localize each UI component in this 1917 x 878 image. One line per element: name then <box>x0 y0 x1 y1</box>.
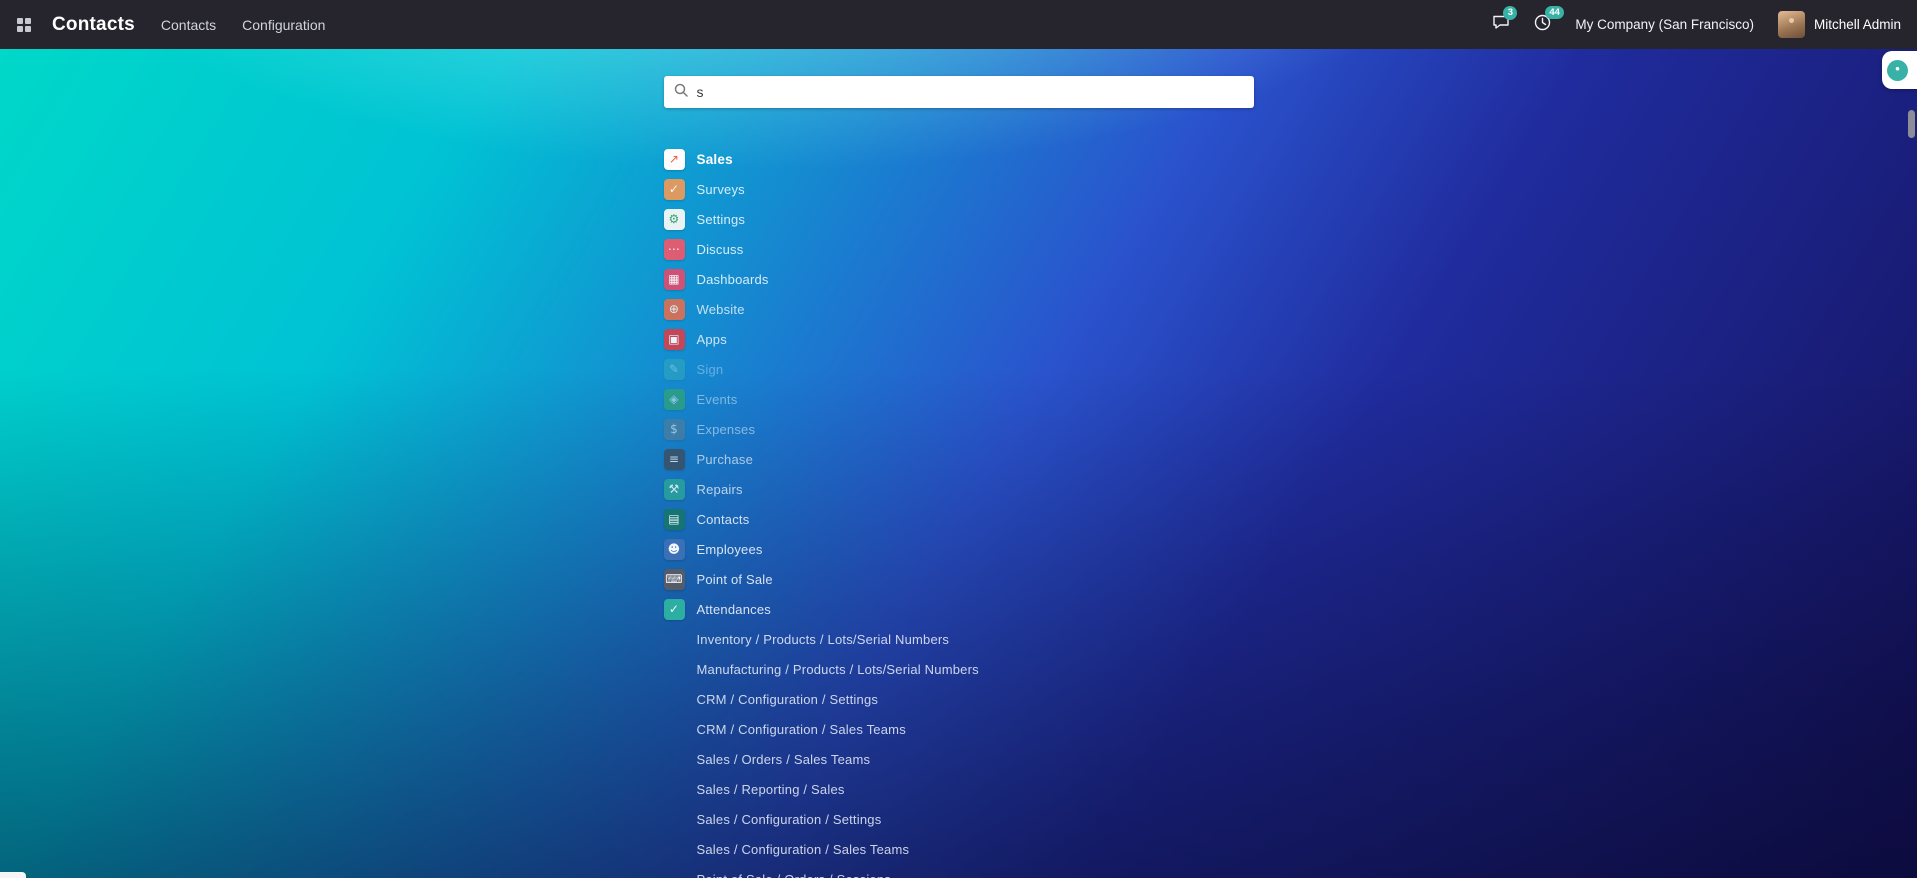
app-result-label: Attendances <box>697 602 771 617</box>
apps-app-icon: ▣ <box>664 329 685 350</box>
livechat-button[interactable] <box>1882 51 1917 89</box>
app-result-contacts[interactable]: ▤ Contacts <box>664 504 1254 534</box>
messages-badge: 3 <box>1503 6 1517 20</box>
point-of-sale-app-icon: ⌨ <box>664 569 685 590</box>
menu-path-label: Point of Sale / Orders / Sessions <box>697 872 891 878</box>
search-icon <box>674 83 688 102</box>
status-bar-stub <box>0 872 26 878</box>
events-app-icon: ◈ <box>664 389 685 410</box>
app-result-attendances[interactable]: ✓ Attendances <box>664 594 1254 624</box>
app-result-label: Sales <box>697 152 733 167</box>
repairs-app-icon: ⚒ <box>664 479 685 500</box>
app-result-label: Events <box>697 392 738 407</box>
app-result-events[interactable]: ◈ Events <box>664 384 1254 414</box>
search-results: ↗ Sales ✓ Surveys ⚙ Settings ⋯ Discuss ▦ Dashboar… <box>664 144 1254 878</box>
user-name: Mitchell Admin <box>1814 17 1901 32</box>
home-menu-column: ↗ Sales ✓ Surveys ⚙ Settings ⋯ Discuss ▦ Dashboar… <box>664 49 1254 878</box>
discuss-app-icon: ⋯ <box>664 239 685 260</box>
menu-path-label: Sales / Configuration / Sales Teams <box>697 842 910 857</box>
app-result-sign[interactable]: ✎ Sign <box>664 354 1254 384</box>
app-result-label: Dashboards <box>697 272 769 287</box>
menu-path-result[interactable]: Sales / Orders / Sales Teams <box>664 744 1254 774</box>
app-result-label: Point of Sale <box>697 572 773 587</box>
menu-path-result[interactable]: Inventory / Products / Lots/Serial Numbe… <box>664 624 1254 654</box>
settings-app-icon: ⚙ <box>664 209 685 230</box>
app-result-employees[interactable]: ☻ Employees <box>664 534 1254 564</box>
top-menu-contacts[interactable]: Contacts <box>161 17 216 33</box>
app-result-purchase[interactable]: ≡ Purchase <box>664 444 1254 474</box>
app-result-label: Repairs <box>697 482 743 497</box>
app-result-discuss[interactable]: ⋯ Discuss <box>664 234 1254 264</box>
app-result-label: Apps <box>697 332 727 347</box>
app-search-box <box>664 76 1254 108</box>
contacts-app-icon: ▤ <box>664 509 685 530</box>
app-result-label: Settings <box>697 212 746 227</box>
activities-button[interactable]: 44 <box>1534 14 1551 36</box>
app-result-apps[interactable]: ▣ Apps <box>664 324 1254 354</box>
attendances-app-icon: ✓ <box>664 599 685 620</box>
website-app-icon: ⊕ <box>664 299 685 320</box>
app-result-surveys[interactable]: ✓ Surveys <box>664 174 1254 204</box>
app-result-label: Purchase <box>697 452 754 467</box>
menu-path-result[interactable]: Sales / Configuration / Sales Teams <box>664 834 1254 864</box>
app-result-dashboards[interactable]: ▦ Dashboards <box>664 264 1254 294</box>
app-result-label: Surveys <box>697 182 745 197</box>
activities-badge: 44 <box>1545 6 1564 20</box>
menu-path-label: Inventory / Products / Lots/Serial Numbe… <box>697 632 950 647</box>
scrollbar-thumb[interactable] <box>1908 110 1915 138</box>
avatar <box>1778 11 1805 38</box>
menu-path-label: Manufacturing / Products / Lots/Serial N… <box>697 662 979 677</box>
surveys-app-icon: ✓ <box>664 179 685 200</box>
menu-path-result[interactable]: Manufacturing / Products / Lots/Serial N… <box>664 654 1254 684</box>
menu-path-result[interactable]: CRM / Configuration / Sales Teams <box>664 714 1254 744</box>
menu-path-result[interactable]: CRM / Configuration / Settings <box>664 684 1254 714</box>
menu-path-label: Sales / Configuration / Settings <box>697 812 882 827</box>
sales-app-icon: ↗ <box>664 149 685 170</box>
home-menu: ↗ Sales ✓ Surveys ⚙ Settings ⋯ Discuss ▦ Dashboar… <box>0 49 1917 878</box>
company-switcher[interactable]: My Company (San Francisco) <box>1575 17 1754 32</box>
app-result-label: Contacts <box>697 512 750 527</box>
home-menu-screen: Contacts Contacts Configuration 3 44 My … <box>0 0 1917 878</box>
app-result-label: Sign <box>697 362 724 377</box>
app-result-website[interactable]: ⊕ Website <box>664 294 1254 324</box>
app-result-sales[interactable]: ↗ Sales <box>664 144 1254 174</box>
menu-path-label: CRM / Configuration / Sales Teams <box>697 722 906 737</box>
app-result-settings[interactable]: ⚙ Settings <box>664 204 1254 234</box>
menu-path-label: CRM / Configuration / Settings <box>697 692 879 707</box>
app-result-label: Employees <box>697 542 763 557</box>
menu-path-result[interactable]: Point of Sale / Orders / Sessions <box>664 864 1254 878</box>
app-result-expenses[interactable]: $ Expenses <box>664 414 1254 444</box>
messages-button[interactable]: 3 <box>1492 14 1510 35</box>
search-input[interactable] <box>697 76 1244 108</box>
menu-path-result[interactable]: Sales / Configuration / Settings <box>664 804 1254 834</box>
menu-path-label: Sales / Reporting / Sales <box>697 782 845 797</box>
dashboards-app-icon: ▦ <box>664 269 685 290</box>
topbar-right: 3 44 My Company (San Francisco) Mitchell… <box>1492 11 1901 38</box>
top-menu-configuration[interactable]: Configuration <box>242 17 325 33</box>
sign-app-icon: ✎ <box>664 359 685 380</box>
purchase-app-icon: ≡ <box>664 449 685 470</box>
user-menu[interactable]: Mitchell Admin <box>1778 11 1901 38</box>
app-title[interactable]: Contacts <box>52 14 135 36</box>
app-result-point-of-sale[interactable]: ⌨ Point of Sale <box>664 564 1254 594</box>
app-result-repairs[interactable]: ⚒ Repairs <box>664 474 1254 504</box>
app-result-label: Discuss <box>697 242 744 257</box>
livechat-icon <box>1887 60 1908 81</box>
expenses-app-icon: $ <box>664 419 685 440</box>
topbar: Contacts Contacts Configuration 3 44 My … <box>0 0 1917 49</box>
app-result-label: Expenses <box>697 422 756 437</box>
menu-path-result[interactable]: Sales / Reporting / Sales <box>664 774 1254 804</box>
employees-app-icon: ☻ <box>664 539 685 560</box>
menu-path-label: Sales / Orders / Sales Teams <box>697 752 871 767</box>
apps-grid-icon[interactable] <box>16 17 32 33</box>
app-result-label: Website <box>697 302 745 317</box>
